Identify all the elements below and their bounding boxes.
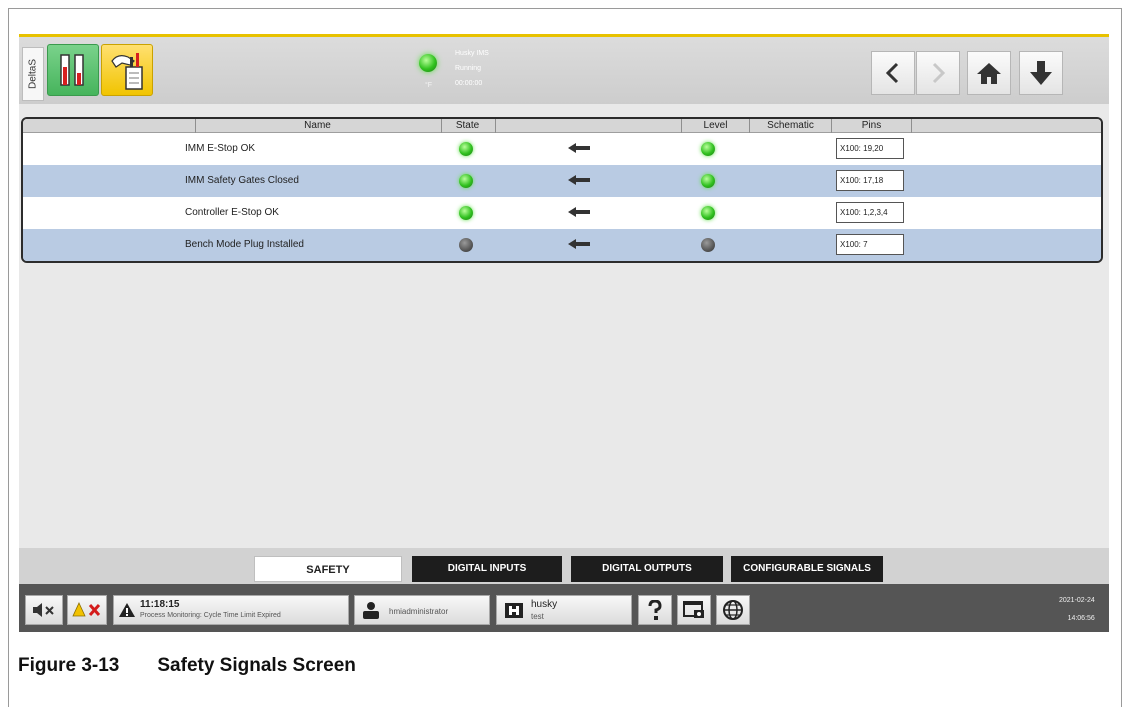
download-button[interactable] bbox=[1019, 51, 1063, 95]
column-header-name: Name bbox=[195, 119, 439, 133]
forward-button[interactable] bbox=[916, 51, 960, 95]
language-button[interactable] bbox=[716, 595, 750, 625]
user-name: hmiadministrator bbox=[389, 607, 449, 616]
alarm-clear-icon bbox=[72, 602, 101, 617]
figure-caption: Figure 3-13 Safety Signals Screen bbox=[18, 655, 356, 677]
level-indicator bbox=[701, 142, 715, 156]
temperature-button[interactable] bbox=[47, 44, 99, 96]
arrow-left-icon bbox=[568, 143, 590, 153]
pins-field: X100: 1,2,3,4 bbox=[836, 202, 904, 223]
arrow-down-icon bbox=[1030, 61, 1052, 85]
arrow-left-icon bbox=[568, 175, 590, 185]
state-indicator bbox=[459, 142, 473, 156]
back-button[interactable] bbox=[871, 51, 915, 95]
alarm-reset-button[interactable] bbox=[67, 595, 107, 625]
state-indicator bbox=[459, 238, 473, 252]
controller-button[interactable] bbox=[101, 44, 153, 96]
status-line-timer: 00:00:00 bbox=[455, 80, 483, 87]
figure-title: Safety Signals Screen bbox=[157, 655, 356, 676]
table-row[interactable]: IMM E-Stop OK X100: 19,20 bbox=[23, 133, 1101, 165]
column-header-schematic: Schematic bbox=[749, 119, 831, 133]
husky-logo-icon bbox=[505, 603, 523, 618]
signal-name: Controller E-Stop OK bbox=[185, 207, 279, 218]
status-line-state: Running bbox=[455, 65, 482, 72]
tab-digital-outputs[interactable]: DIGITAL OUTPUTS bbox=[571, 556, 723, 582]
table-header: Name State Level Schematic Pins bbox=[23, 119, 1101, 133]
temperature-unit: °F bbox=[425, 82, 433, 89]
arrow-left-icon bbox=[568, 239, 590, 249]
tab-safety[interactable]: SAFETY bbox=[254, 556, 402, 582]
warning-icon bbox=[119, 603, 135, 617]
state-indicator bbox=[459, 206, 473, 220]
signal-name: IMM E-Stop OK bbox=[185, 143, 256, 154]
speaker-muted-icon bbox=[33, 603, 54, 617]
screen-tabs: SAFETY DIGITAL INPUTS DIGITAL OUTPUTS CO… bbox=[19, 548, 1109, 584]
column-header-pins: Pins bbox=[831, 119, 911, 133]
column-header-state: State bbox=[441, 119, 493, 133]
figure-label: Figure 3-13 bbox=[18, 655, 120, 676]
level-indicator bbox=[701, 206, 715, 220]
home-button[interactable] bbox=[967, 51, 1011, 95]
table-row[interactable]: IMM Safety Gates Closed X100: 17,18 bbox=[23, 165, 1101, 197]
footer-bar: 11:18:15 Process Monitoring: Cycle Time … bbox=[19, 584, 1109, 632]
table-row[interactable]: Bench Mode Plug Installed X100: 7 bbox=[23, 229, 1101, 261]
pins-field: X100: 17,18 bbox=[836, 170, 904, 191]
system-date: 2021-02-24 bbox=[1059, 597, 1095, 604]
pins-field: X100: 7 bbox=[836, 234, 904, 255]
chevron-right-icon bbox=[932, 62, 946, 84]
tab-configurable-signals[interactable]: CONFIGURABLE SIGNALS bbox=[731, 556, 883, 582]
question-mark-icon bbox=[648, 600, 662, 620]
home-icon bbox=[977, 63, 1001, 84]
user-button[interactable]: hmiadministrator bbox=[354, 595, 490, 625]
alarm-message: Process Monitoring: Cycle Time Limit Exp… bbox=[140, 612, 281, 619]
alarm-time: 11:18:15 bbox=[140, 599, 180, 610]
column-header-filler bbox=[911, 119, 1101, 133]
column-header-blank bbox=[495, 119, 681, 133]
chevron-left-icon bbox=[885, 62, 899, 84]
screen-capture-icon bbox=[683, 601, 704, 618]
mute-button[interactable] bbox=[25, 595, 63, 625]
system-time: 14:06:56 bbox=[1067, 615, 1095, 622]
system-clock: 2021-02-24 14:06:56 bbox=[1059, 592, 1095, 628]
deltas-tab-label: DeltaS bbox=[27, 58, 39, 90]
screenshot-button[interactable] bbox=[677, 595, 711, 625]
level-indicator bbox=[701, 238, 715, 252]
arrow-left-icon bbox=[568, 207, 590, 217]
header-bar: DeltaS °F Husky IMS Running 00:00:00 bbox=[19, 34, 1109, 104]
help-button[interactable] bbox=[638, 595, 672, 625]
site-button[interactable]: husky test bbox=[496, 595, 632, 625]
system-status-led bbox=[419, 54, 437, 72]
table-row[interactable]: Controller E-Stop OK X100: 1,2,3,4 bbox=[23, 197, 1101, 229]
user-icon bbox=[363, 602, 379, 619]
signal-name: IMM Safety Gates Closed bbox=[185, 175, 299, 186]
thermometer-icon bbox=[60, 54, 84, 86]
column-header-level: Level bbox=[681, 119, 749, 133]
pins-field: X100: 19,20 bbox=[836, 138, 904, 159]
status-line-system: Husky IMS bbox=[455, 50, 489, 57]
hmi-screen: DeltaS °F Husky IMS Running 00:00:00 Nam… bbox=[19, 34, 1109, 632]
site-subtitle: test bbox=[531, 612, 544, 621]
active-alarm-banner[interactable]: 11:18:15 Process Monitoring: Cycle Time … bbox=[113, 595, 349, 625]
safety-signals-table: Name State Level Schematic Pins IMM E-St… bbox=[21, 117, 1103, 263]
state-indicator bbox=[459, 174, 473, 188]
hand-controller-icon bbox=[111, 53, 143, 90]
level-indicator bbox=[701, 174, 715, 188]
deltas-side-tab[interactable]: DeltaS bbox=[22, 47, 44, 101]
site-name: husky bbox=[531, 599, 558, 610]
status-text: Husky IMS Running 00:00:00 bbox=[455, 46, 489, 91]
signal-name: Bench Mode Plug Installed bbox=[185, 239, 304, 250]
globe-icon bbox=[723, 600, 743, 620]
tab-digital-inputs[interactable]: DIGITAL INPUTS bbox=[412, 556, 562, 582]
